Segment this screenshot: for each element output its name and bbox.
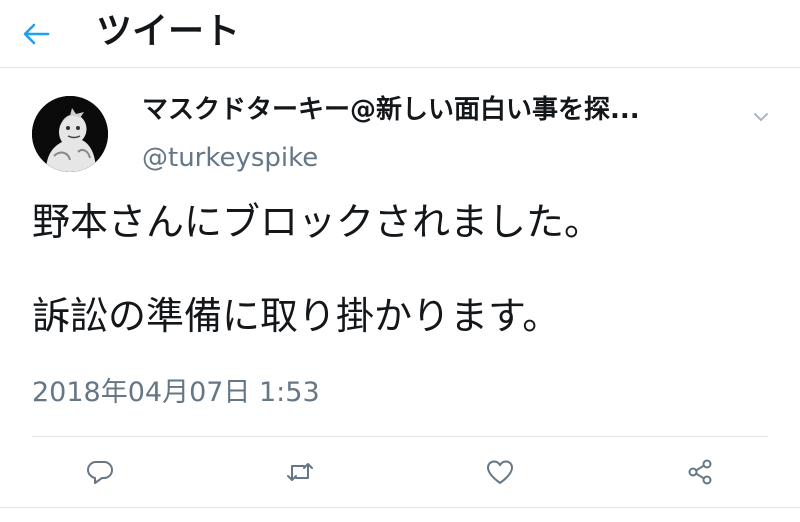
tweet-timestamp[interactable]: 2018年04月07日 1:53 (32, 374, 320, 412)
divider (0, 507, 800, 508)
tweet-text-line: 野本さんにブロックされました。 (32, 200, 603, 244)
heart-icon (487, 460, 513, 484)
chevron-down-icon (754, 113, 768, 121)
username[interactable]: @turkeyspike (142, 140, 318, 176)
page-title: ツイート (96, 11, 241, 52)
more-options-button[interactable] (746, 102, 776, 132)
avatar-image (32, 96, 108, 172)
top-bar: ツイート (0, 0, 800, 68)
display-name[interactable]: マスクドターキー@新しい面白い事を探... (142, 90, 732, 130)
reply-button[interactable] (80, 452, 120, 492)
retweet-icon (287, 463, 313, 481)
share-button[interactable] (680, 452, 720, 492)
like-button[interactable] (480, 452, 520, 492)
tweet-text: 野本さんにブロックされました。 訴訟の準備に取り掛かります。 (32, 196, 772, 342)
avatar[interactable] (32, 96, 108, 172)
share-icon (688, 459, 712, 485)
retweet-button[interactable] (280, 452, 320, 492)
back-button[interactable] (14, 12, 58, 56)
tweet-text-line: 訴訟の準備に取り掛かります。 (32, 294, 561, 338)
divider (32, 436, 768, 437)
arrow-left-icon (23, 23, 50, 45)
reply-icon (87, 461, 113, 484)
